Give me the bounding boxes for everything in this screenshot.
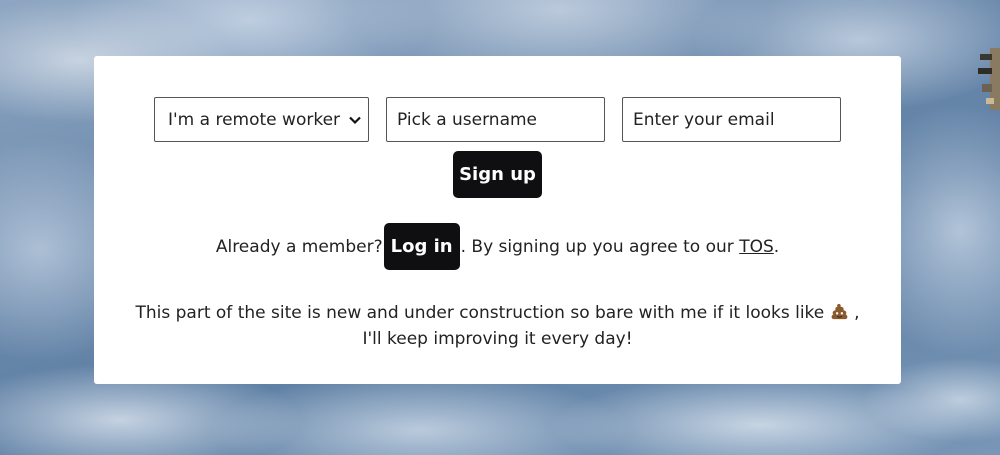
member-line: Already a member? Log in . By signing up…: [94, 223, 901, 270]
login-button[interactable]: Log in: [383, 223, 460, 270]
signup-card: I'm a remote worker Sign up Already a me…: [94, 56, 901, 384]
poop-icon: [831, 303, 848, 320]
tos-link[interactable]: TOS: [739, 237, 774, 257]
role-select[interactable]: I'm a remote worker: [154, 97, 369, 142]
terms-text: . By signing up you agree to our: [460, 236, 734, 257]
construction-note: This part of the site is new and under c…: [134, 300, 861, 352]
email-input[interactable]: [622, 97, 841, 142]
username-input[interactable]: [386, 97, 605, 142]
role-select-value: I'm a remote worker: [168, 109, 341, 130]
signup-form-row: I'm a remote worker: [154, 97, 841, 142]
signup-button[interactable]: Sign up: [453, 151, 542, 198]
chevron-down-icon: [349, 116, 361, 124]
terms-period: .: [773, 236, 780, 257]
member-prompt-text: Already a member?: [215, 236, 383, 257]
satellite-image: [972, 44, 1000, 114]
note-text-start: This part of the site is new and under c…: [135, 303, 825, 323]
